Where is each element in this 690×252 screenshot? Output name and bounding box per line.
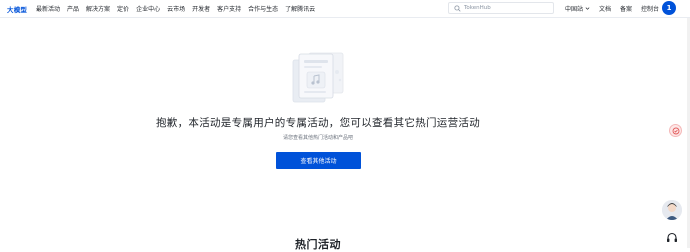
filing-link[interactable]: 备案: [620, 4, 632, 13]
top-navigation-bar: 大模型 最新活动 产品 解决方案 定价 企业中心 云市场 开发者 客户支持 合作…: [0, 0, 690, 18]
nav-item-solutions[interactable]: 解决方案: [86, 4, 110, 13]
console-link[interactable]: 控制台: [641, 4, 659, 13]
search-box[interactable]: TokenHub: [448, 2, 554, 14]
search-icon: [454, 5, 461, 12]
nav-item-latest-activity[interactable]: 最新活动: [36, 4, 60, 13]
agent-avatar-icon: [662, 200, 682, 220]
user-avatar-button[interactable]: 1: [662, 1, 676, 15]
page-subline: 请您查看其他热门活动和产品吧: [282, 135, 353, 141]
region-selector[interactable]: 中国站: [565, 4, 590, 13]
nav-item-about[interactable]: 了解腾讯云: [285, 4, 315, 13]
nav-item-marketplace[interactable]: 云市场: [167, 4, 185, 13]
floating-promo-icon[interactable]: [669, 124, 682, 137]
main-nav: 最新活动 产品 解决方案 定价 企业中心 云市场 开发者 客户支持 合作与生态 …: [36, 0, 322, 17]
hot-activities-section-title: 热门活动: [295, 238, 341, 251]
view-other-activities-button[interactable]: 查看其他活动: [276, 152, 361, 169]
header-right-links: 中国站 文档 备案 控制台: [565, 0, 668, 17]
chevron-down-icon: [585, 7, 590, 10]
nav-item-products[interactable]: 产品: [67, 4, 79, 13]
page-headline: 抱歉，本活动是专属用户的专属活动，您可以查看其它热门运营活动: [156, 117, 480, 129]
empty-state-illustration: [292, 52, 344, 103]
nav-item-enterprise-center[interactable]: 企业中心: [136, 4, 160, 13]
support-agent-avatar[interactable]: [662, 200, 682, 220]
headset-help-icon[interactable]: [665, 231, 679, 245]
nav-item-pricing[interactable]: 定价: [117, 4, 129, 13]
region-label: 中国站: [565, 6, 584, 13]
nav-item-support[interactable]: 客户支持: [217, 4, 241, 13]
promo-icon: [672, 127, 679, 134]
search-placeholder[interactable]: TokenHub: [464, 4, 491, 13]
nav-item-partners[interactable]: 合作与生态: [248, 4, 278, 13]
docs-link[interactable]: 文档: [599, 4, 611, 13]
nav-item-developers[interactable]: 开发者: [192, 4, 210, 13]
brand-logo[interactable]: 大模型: [7, 4, 27, 14]
